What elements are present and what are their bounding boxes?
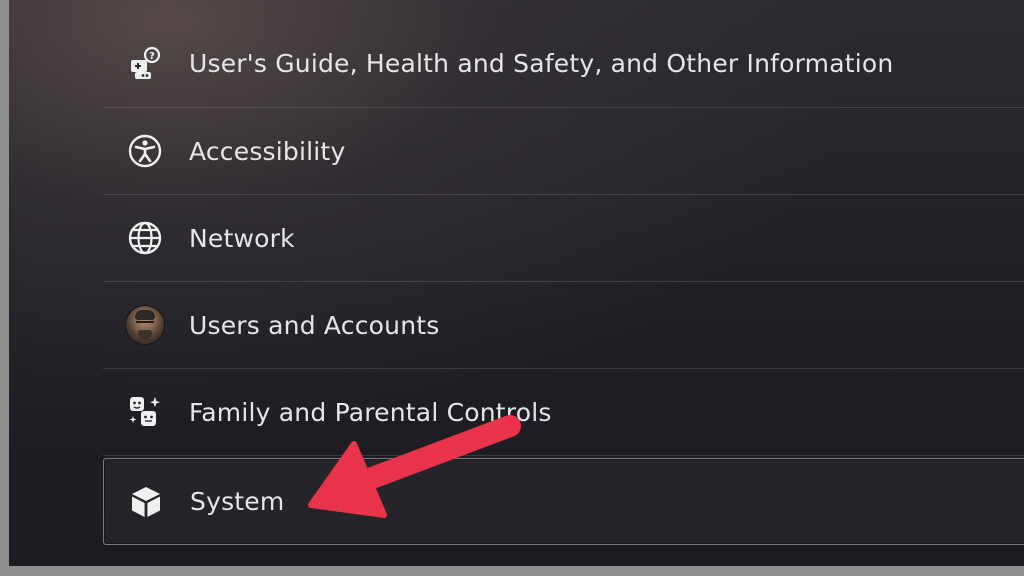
- menu-item-accessibility[interactable]: Accessibility: [103, 108, 1024, 195]
- menu-item-label: Users and Accounts: [189, 310, 440, 340]
- menu-item-family-parental[interactable]: Family and Parental Controls: [103, 369, 1024, 456]
- menu-item-label: User's Guide, Health and Safety, and Oth…: [189, 49, 894, 78]
- menu-item-network[interactable]: Network: [103, 195, 1024, 282]
- settings-screen: ? User's Guide, Health and Safety, and O…: [9, 0, 1024, 566]
- globe-icon: [125, 218, 165, 258]
- users-guide-icon: ?: [125, 44, 165, 84]
- menu-item-label: Accessibility: [189, 136, 346, 166]
- family-icon: [125, 392, 165, 432]
- menu-item-system[interactable]: System: [103, 458, 1024, 545]
- accessibility-icon: [125, 131, 165, 171]
- menu-item-users-accounts[interactable]: Users and Accounts: [103, 282, 1024, 369]
- user-avatar: [125, 305, 165, 345]
- cube-icon: [126, 482, 166, 522]
- menu-item-label: Network: [189, 223, 295, 253]
- settings-menu: ? User's Guide, Health and Safety, and O…: [103, 20, 1024, 545]
- screenshot-frame: ? User's Guide, Health and Safety, and O…: [0, 0, 1024, 576]
- svg-text:?: ?: [149, 51, 155, 62]
- menu-item-users-guide[interactable]: ? User's Guide, Health and Safety, and O…: [103, 20, 1024, 108]
- menu-item-label: Family and Parental Controls: [189, 397, 552, 427]
- menu-item-label: System: [190, 487, 285, 516]
